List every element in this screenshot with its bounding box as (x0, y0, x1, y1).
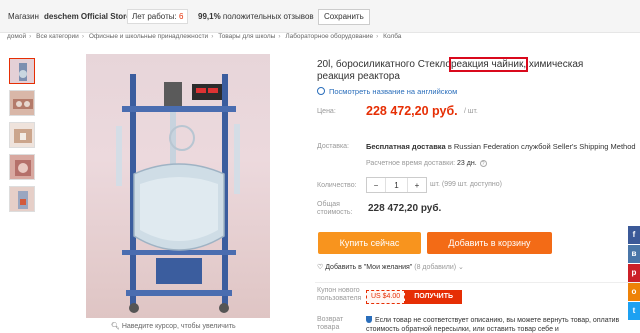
share-twitter-button[interactable]: t (628, 302, 640, 320)
total-label-line-2: стоимость: (317, 209, 353, 216)
breadcrumb-all-categories[interactable]: Все категории (36, 33, 79, 40)
breadcrumb-separator: › (278, 33, 281, 40)
breadcrumb-office[interactable]: Офисные и школьные принадлежности (89, 33, 208, 40)
store-feedback: 99,1% положительных отзывов (198, 12, 314, 21)
shipping-method-text: в Russian Federation службой Seller's Sh… (445, 142, 636, 151)
zoom-hint-text: Наведите курсор, чтобы увеличить (121, 323, 236, 330)
add-to-cart-button[interactable]: Добавить в корзину (427, 232, 552, 254)
price-label: Цена: (317, 108, 336, 115)
shield-icon (366, 316, 372, 323)
wishlist-link[interactable]: ♡ Добавить в "Мои желания" (8 добавили) … (317, 263, 464, 271)
quantity-increase-button[interactable]: + (408, 178, 426, 192)
breadcrumb-home[interactable]: домой (7, 33, 26, 40)
product-price: 228 472,20 руб. (366, 104, 458, 118)
divider (315, 282, 640, 283)
magnifier-icon: 🔍︎ (111, 323, 120, 330)
facebook-icon: f (632, 230, 636, 239)
breadcrumb-school[interactable]: Товары для школы (218, 33, 275, 40)
coupon: US $4.00 ПОЛУЧИТЬ (366, 290, 463, 304)
thumbnail-3[interactable] (9, 122, 35, 148)
store-years-label: Лет работы: (132, 12, 177, 21)
coupon-amount: US $4.00 (366, 290, 406, 304)
shipping-label: Доставка: (317, 143, 350, 150)
breadcrumb-separator: › (29, 33, 32, 40)
twitter-icon: t (632, 306, 636, 315)
thumbnail-2[interactable] (9, 90, 35, 116)
return-label: Возврат товара (317, 316, 344, 331)
delivery-label: Расчетное время доставки: (366, 160, 456, 167)
title-highlight: реакция чайник, (448, 57, 529, 72)
wishlist-count: (8 добавили) (414, 264, 457, 271)
odnoklassniki-icon: о (631, 287, 637, 296)
store-name-link[interactable]: deschem Official Store (44, 12, 131, 21)
save-store-button[interactable]: Сохранить (318, 9, 370, 25)
store-years-value: 6 (178, 12, 184, 21)
thumbnail-5[interactable] (9, 186, 35, 212)
quantity-input[interactable]: 1 (385, 178, 408, 192)
thumbnail-list (9, 58, 37, 218)
breadcrumb-lab[interactable]: Лабораторное оборудование (285, 33, 373, 40)
product-main-image[interactable] (86, 54, 270, 318)
globe-icon (317, 87, 325, 95)
quantity-available: шт. (999 шт. доступно) (430, 181, 502, 188)
translate-link[interactable]: Посмотреть название на английском (317, 87, 457, 96)
delivery-estimate: Расчетное время доставки: 23 дн.? (366, 160, 487, 167)
return-policy-text: Если товар не соответствует описанию, вы… (366, 317, 620, 333)
breadcrumb-flask[interactable]: Колба (383, 33, 401, 40)
breadcrumb: домой › Все категории › Офисные и школьные… (7, 33, 401, 40)
get-coupon-button[interactable]: ПОЛУЧИТЬ (405, 290, 463, 304)
thumbnail-4[interactable] (9, 154, 35, 180)
zoom-hint: 🔍︎ Наведите курсор, чтобы увеличить (111, 322, 236, 330)
total-label-line-1: Общая (317, 201, 340, 208)
feedback-label: положительных отзывов (222, 12, 314, 21)
shipping-method-selector[interactable]: Бесплатная доставка в Russian Federation… (366, 142, 640, 151)
pinterest-icon: p (631, 268, 637, 277)
share-facebook-button[interactable]: f (628, 226, 640, 244)
free-shipping: Бесплатная доставка (366, 142, 446, 151)
return-policy: Если товар не соответствует описанию, вы… (366, 316, 628, 333)
vk-icon: в (631, 249, 637, 258)
quantity-decrease-button[interactable]: − (367, 178, 385, 192)
buy-now-button[interactable]: Купить сейчас (318, 232, 421, 254)
translate-link-text: Посмотреть название на английском (329, 87, 458, 96)
heart-icon: ♡ (317, 264, 324, 271)
coupon-label: Купон нового пользователя (317, 287, 362, 302)
total-price: 228 472,20 руб. (368, 203, 442, 214)
quantity-stepper: − 1 + (366, 177, 427, 193)
breadcrumb-separator: › (376, 33, 379, 40)
price-unit: / шт. (464, 108, 478, 115)
share-vk-button[interactable]: в (628, 245, 640, 263)
share-pinterest-button[interactable]: p (628, 264, 640, 282)
product-title: 20l, боросиликатного Стеклореакция чайни… (317, 57, 617, 83)
quantity-label: Количество: (317, 182, 357, 189)
breadcrumb-separator: › (211, 33, 214, 40)
title-part-1: 20l, боросиликатного Стекло (317, 59, 451, 70)
delivery-value: 23 дн. (457, 160, 477, 167)
share-odnoklassniki-button[interactable]: о (628, 283, 640, 301)
thumbnail-1[interactable] (9, 58, 35, 84)
help-icon[interactable]: ? (479, 160, 487, 167)
store-label: Магазин (8, 12, 39, 21)
chevron-down-icon: ⌄ (458, 264, 464, 271)
feedback-value: 99,1% (198, 12, 221, 21)
wishlist-text: Добавить в "Мои желания" (325, 264, 413, 271)
store-bar: Магазин deschem Official Store Лет работ… (0, 0, 640, 33)
breadcrumb-separator: › (81, 33, 84, 40)
store-years-badge: Лет работы: 6 (127, 9, 189, 24)
